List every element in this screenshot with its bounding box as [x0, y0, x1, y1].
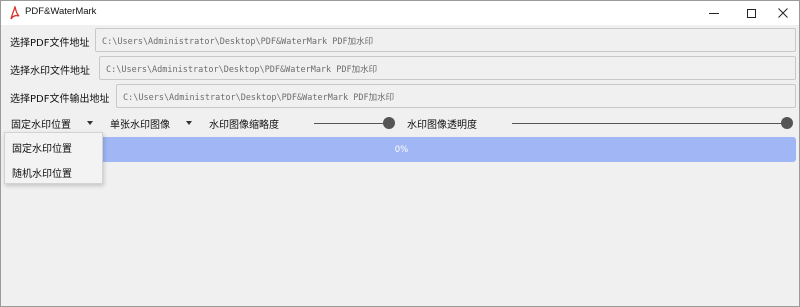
close-button[interactable]	[760, 1, 800, 25]
watermark-path-row: 选择水印文件地址 C:\Users\Administrator\Desktop\…	[1, 56, 800, 82]
select-pdf-button[interactable]: 选择PDF文件地址	[10, 34, 89, 49]
scale-slider-handle[interactable]	[383, 117, 395, 129]
chevron-down-icon	[186, 121, 192, 125]
close-icon	[778, 8, 788, 18]
pdf-path-field[interactable]: C:\Users\Administrator\Desktop\PDF&Water…	[95, 28, 796, 52]
maximize-icon	[746, 8, 756, 18]
minimize-icon	[709, 12, 719, 14]
scale-slider-track[interactable]	[314, 123, 390, 124]
output-path-row: 选择PDF文件输出地址 C:\Users\Administrator\Deskt…	[1, 84, 800, 110]
pdf-path-row: 选择PDF文件地址 C:\Users\Administrator\Desktop…	[1, 28, 800, 54]
window-title: PDF&WaterMark	[25, 6, 97, 17]
opacity-slider-track[interactable]	[512, 123, 788, 124]
output-path-field[interactable]: C:\Users\Administrator\Desktop\PDF&Water…	[116, 84, 796, 108]
image-mode-value: 单张水印图像	[110, 119, 170, 131]
pdf-app-icon	[9, 4, 21, 20]
opacity-slider-handle[interactable]	[781, 117, 793, 129]
chevron-down-icon	[87, 121, 93, 125]
position-mode-combo[interactable]: 固定水印位置	[11, 113, 101, 133]
progress-bar: 0%	[7, 137, 796, 162]
select-watermark-button[interactable]: 选择水印文件地址	[10, 62, 90, 77]
progress-text: 0%	[394, 144, 409, 155]
opacity-label: 水印图像透明度	[407, 120, 477, 131]
scale-label: 水印图像缩略度	[209, 120, 279, 131]
title-bar[interactable]: PDF&WaterMark	[1, 1, 799, 25]
position-mode-value: 固定水印位置	[11, 119, 71, 131]
watermark-path-field[interactable]: C:\Users\Administrator\Desktop\PDF&Water…	[99, 56, 796, 80]
select-output-button[interactable]: 选择PDF文件输出地址	[10, 90, 109, 105]
dropdown-option-fixed[interactable]: 固定水印位置	[5, 134, 102, 158]
dropdown-option-random[interactable]: 随机水印位置	[5, 159, 102, 183]
app-window: PDF&WaterMark 选择PDF文件地址 C:\Users\Adminis…	[0, 0, 800, 307]
position-dropdown-list: 固定水印位置 随机水印位置	[4, 132, 103, 184]
image-mode-combo[interactable]: 单张水印图像	[110, 113, 200, 133]
